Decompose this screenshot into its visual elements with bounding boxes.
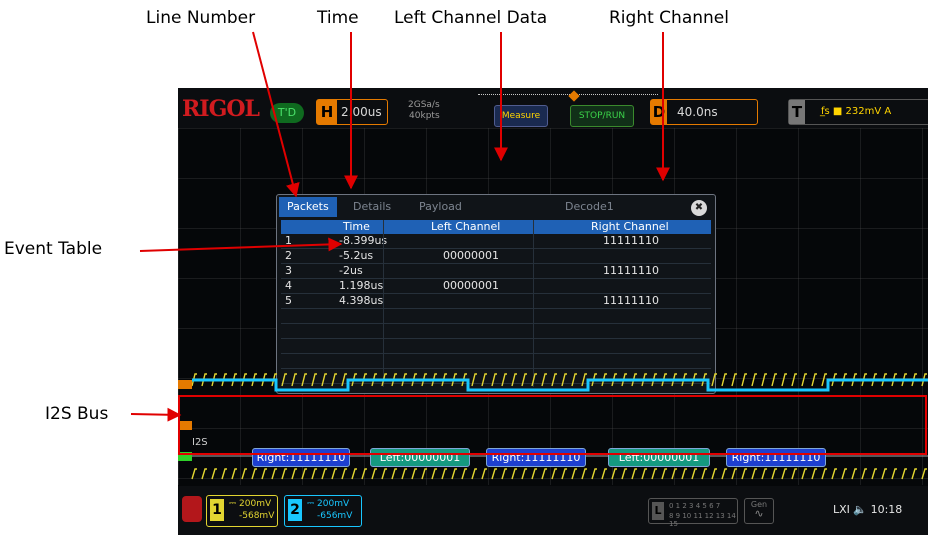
bus-frame-right[interactable]: Right:11111110: [486, 448, 586, 467]
trigger-label: T: [789, 100, 805, 124]
bus-frame-left[interactable]: Left:00000001: [608, 448, 710, 467]
waveform-grid: Packets Details Payload Decode1 ✖ Time L…: [178, 128, 928, 503]
channel-marker-icon[interactable]: [178, 380, 192, 389]
bus-frame-right[interactable]: Right:11111110: [252, 448, 350, 467]
timebase-value: 2.00us: [341, 105, 382, 119]
bottom-status-bar: 1 ⎓ 200mV -568mV 2 ⎓ 200mV -656mV L 0 1 …: [178, 486, 928, 535]
logic-analyzer-tile[interactable]: L 0 1 2 3 4 5 6 7 8 9 10 11 12 13 14 15: [648, 498, 738, 528]
bus-frame-left[interactable]: Left:00000001: [370, 448, 470, 467]
channel-2-offset: -656mV: [317, 511, 353, 521]
channel-2-number: 2: [288, 499, 302, 521]
top-status-bar: RIGOL T'D H 2.00us 2GSa/s 40kpts Measure…: [178, 88, 928, 128]
trigger-position-marker-icon: [568, 90, 580, 102]
horizontal-timebase-control[interactable]: H 2.00us: [316, 99, 388, 125]
annotation-left-channel-data: Left Channel Data: [394, 8, 548, 28]
annotation-time: Time: [317, 8, 359, 28]
horizontal-label: H: [317, 100, 337, 124]
logic-label: L: [652, 502, 664, 520]
stop-run-button[interactable]: STOP/RUN: [570, 105, 634, 127]
oscilloscope-screen: RIGOL T'D H 2.00us 2GSa/s 40kpts Measure…: [178, 88, 928, 535]
acquisition-info: 2GSa/s 40kpts: [408, 100, 440, 122]
trigger-info: f̲s ■ 232mV A: [821, 106, 892, 117]
waveform-traces: [191, 373, 928, 480]
channel-1-scale: ⎓ 200mV: [229, 499, 272, 509]
channel-1-number: 1: [210, 499, 224, 521]
annotation-event-table: Event Table: [4, 239, 103, 259]
annotation-i2s-bus: I2S Bus: [45, 404, 109, 424]
menu-icon[interactable]: [182, 496, 202, 522]
rigol-logo: RIGOL: [182, 96, 260, 122]
delay-value: 40.0ns: [677, 105, 718, 119]
generator-tile[interactable]: Gen ∿: [744, 498, 774, 524]
memory-depth: 40kpts: [409, 111, 440, 121]
logic-channels-high: 8 9 10 11 12 13 14 15: [669, 512, 736, 528]
channel-2-scale: ⎓ 200mV: [307, 499, 350, 509]
sine-wave-icon: ∿: [754, 507, 764, 520]
arrow-i2s-bus: [130, 407, 182, 422]
sample-rate: 2GSa/s: [408, 100, 440, 110]
clock-trace-top: [191, 373, 927, 387]
system-info: LXI 🔈 10:18: [833, 503, 903, 516]
annotation-line-number: Line Number: [146, 8, 256, 28]
delay-control[interactable]: D 40.0ns: [650, 99, 758, 125]
bus-label: I2S: [192, 437, 208, 448]
annotation-right-channel: Right Channel: [609, 8, 729, 28]
channel-1-offset: -568mV: [239, 511, 275, 521]
bus-frame-right[interactable]: Right:11111110: [726, 448, 826, 467]
measure-button[interactable]: Measure: [494, 105, 548, 127]
channel-2-tile[interactable]: 2 ⎓ 200mV -656mV: [284, 495, 362, 527]
bus-marker-icon[interactable]: [178, 452, 192, 461]
channel-1-tile[interactable]: 1 ⎓ 200mV -568mV: [206, 495, 278, 527]
trigger-status-badge: T'D: [270, 103, 304, 123]
channel-marker-icon[interactable]: [178, 421, 192, 430]
clock-trace-bottom: [191, 468, 927, 480]
delay-label: D: [651, 100, 667, 124]
trigger-control[interactable]: T f̲s ■ 232mV A: [788, 99, 928, 125]
logic-channels-low: 0 1 2 3 4 5 6 7: [669, 502, 721, 510]
